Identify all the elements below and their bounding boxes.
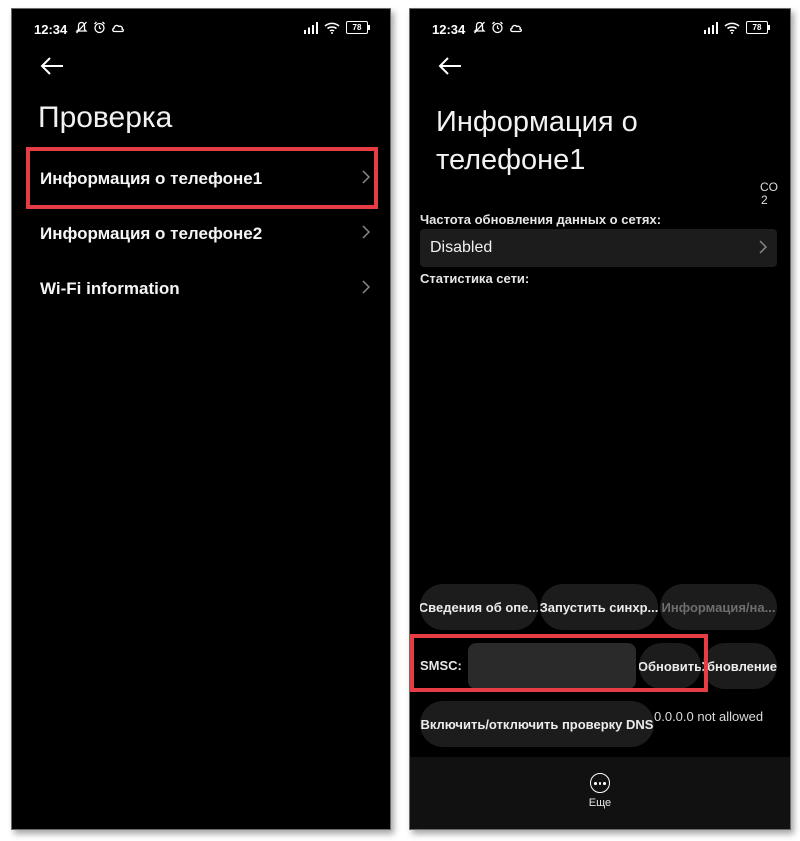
- alarm-icon: [492, 21, 503, 34]
- bottom-action-bar: Еще: [410, 757, 790, 829]
- more-options-label[interactable]: Еще: [410, 797, 790, 809]
- status-bar: 12:34 78: [12, 21, 390, 39]
- status-time: 12:34: [432, 22, 466, 37]
- alarm-icon: [94, 21, 105, 34]
- back-arrow-icon[interactable]: [437, 55, 463, 77]
- wifi-icon: [324, 22, 340, 34]
- signal-icon: [704, 21, 718, 34]
- info-na-button[interactable]: Информация/на...: [660, 584, 777, 630]
- status-bar: 12:34 78: [410, 21, 790, 39]
- menu-item-label: Wi-Fi information: [40, 279, 180, 298]
- update-button[interactable]: Обновление: [702, 643, 777, 689]
- page-title-line: телефоне1: [436, 144, 586, 176]
- highlight-box: [410, 634, 708, 692]
- notifications-off-icon: [473, 21, 486, 34]
- chevron-right-icon: [759, 240, 767, 254]
- dns-toggle-button[interactable]: Включить/отключить проверку DNS: [420, 701, 654, 747]
- refresh-rate-label: Частота обновления данных о сетях:: [420, 212, 662, 227]
- truncated-corner-text: CO 2: [760, 180, 778, 207]
- phone-screen-right: 12:34 78 Информация о телефоне1 CO 2 Час…: [409, 8, 791, 830]
- run-sync-button[interactable]: Запустить синхр...: [540, 584, 658, 630]
- wifi-icon: [724, 22, 740, 34]
- phone-screen-left: 12:34 78 Проверка Информация о телефоне1…: [11, 8, 391, 830]
- menu-item-label: Информация о телефоне2: [40, 224, 263, 243]
- operator-info-button[interactable]: Сведения об опе...: [420, 584, 538, 630]
- highlight-box: [26, 147, 378, 209]
- signal-icon: [304, 21, 318, 34]
- refresh-rate-value: Disabled: [430, 239, 493, 256]
- more-options-icon[interactable]: [590, 773, 610, 793]
- cloud-icon: [510, 24, 522, 33]
- refresh-rate-dropdown[interactable]: Disabled: [420, 229, 777, 267]
- page-title: Информация о телефоне1: [436, 103, 736, 179]
- battery-icon: 78: [746, 21, 770, 34]
- cloud-icon: [112, 24, 124, 33]
- status-time: 12:34: [34, 22, 68, 37]
- page-title: Проверка: [38, 101, 173, 134]
- menu-item-wifi-information[interactable]: Wi-Fi information: [40, 274, 370, 304]
- battery-icon: 78: [346, 21, 370, 34]
- chevron-right-icon: [362, 225, 370, 239]
- network-stats-label: Статистика сети:: [420, 271, 530, 286]
- chevron-right-icon: [362, 280, 370, 294]
- dns-status-text: 0.0.0.0 not allowed: [654, 709, 764, 724]
- back-arrow-icon[interactable]: [39, 55, 65, 77]
- notifications-off-icon: [75, 21, 88, 34]
- page-title-line: Информация о: [436, 106, 638, 138]
- menu-item-phone-info-2[interactable]: Информация о телефоне2: [40, 219, 370, 249]
